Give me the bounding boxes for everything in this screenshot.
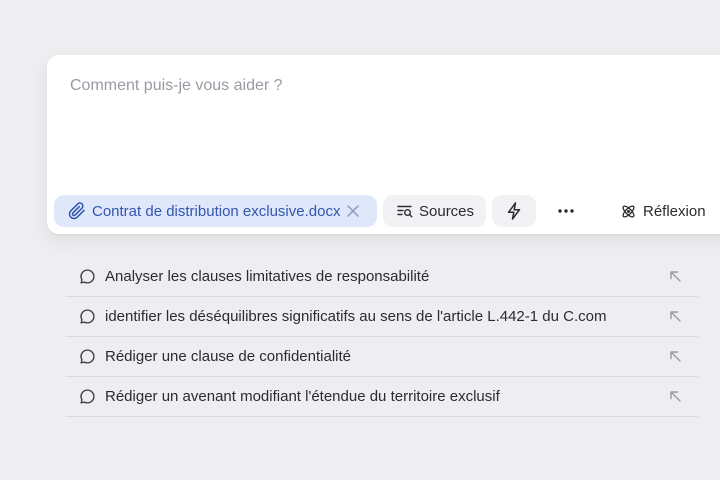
- suggestion-label: Rédiger un avenant modifiant l'étendue d…: [105, 388, 500, 405]
- suggestion-label: Rédiger une clause de confidentialité: [105, 348, 351, 365]
- suggestion-list: Analyser les clauses limitatives de resp…: [66, 257, 698, 417]
- insert-arrow-icon[interactable]: [669, 270, 682, 283]
- more-options-button[interactable]: [548, 195, 584, 227]
- insert-arrow-icon[interactable]: [669, 390, 682, 403]
- prompt-input[interactable]: [70, 77, 690, 95]
- insert-arrow-icon[interactable]: [669, 350, 682, 363]
- paperclip-icon: [68, 202, 86, 220]
- chat-bubble-icon: [79, 268, 96, 285]
- chat-bubble-icon: [79, 348, 96, 365]
- lightning-icon: [506, 202, 522, 220]
- reflexion-button[interactable]: Réflexion: [620, 195, 706, 227]
- chat-bubble-icon: [79, 388, 96, 405]
- suggestion-item[interactable]: Analyser les clauses limitatives de resp…: [66, 257, 698, 297]
- more-horizontal-icon: [557, 208, 575, 214]
- quick-action-button[interactable]: [492, 195, 536, 227]
- atom-icon: [620, 203, 637, 220]
- suggestion-item[interactable]: Rédiger une clause de confidentialité: [66, 337, 698, 377]
- chat-bubble-icon: [79, 308, 96, 325]
- suggestion-label: Analyser les clauses limitatives de resp…: [105, 268, 430, 285]
- sources-button[interactable]: Sources: [383, 195, 486, 227]
- insert-arrow-icon[interactable]: [669, 310, 682, 323]
- app-stage: Contrat de distribution exclusive.docx: [0, 0, 720, 480]
- remove-attachment-icon[interactable]: [346, 204, 360, 218]
- sources-label: Sources: [419, 202, 475, 220]
- composer-card: Contrat de distribution exclusive.docx: [47, 55, 720, 234]
- attachment-chip[interactable]: Contrat de distribution exclusive.docx: [54, 195, 377, 227]
- composer-toolbar: Contrat de distribution exclusive.docx S…: [54, 195, 720, 227]
- attachment-file-name: Contrat de distribution exclusive.docx: [92, 202, 341, 220]
- suggestion-label: identifier les déséquilibres significati…: [105, 308, 607, 325]
- reflexion-label: Réflexion: [643, 202, 706, 220]
- suggestion-item[interactable]: Rédiger un avenant modifiant l'étendue d…: [66, 377, 698, 417]
- suggestion-item[interactable]: identifier les déséquilibres significati…: [66, 297, 698, 337]
- sources-icon: [397, 203, 413, 219]
